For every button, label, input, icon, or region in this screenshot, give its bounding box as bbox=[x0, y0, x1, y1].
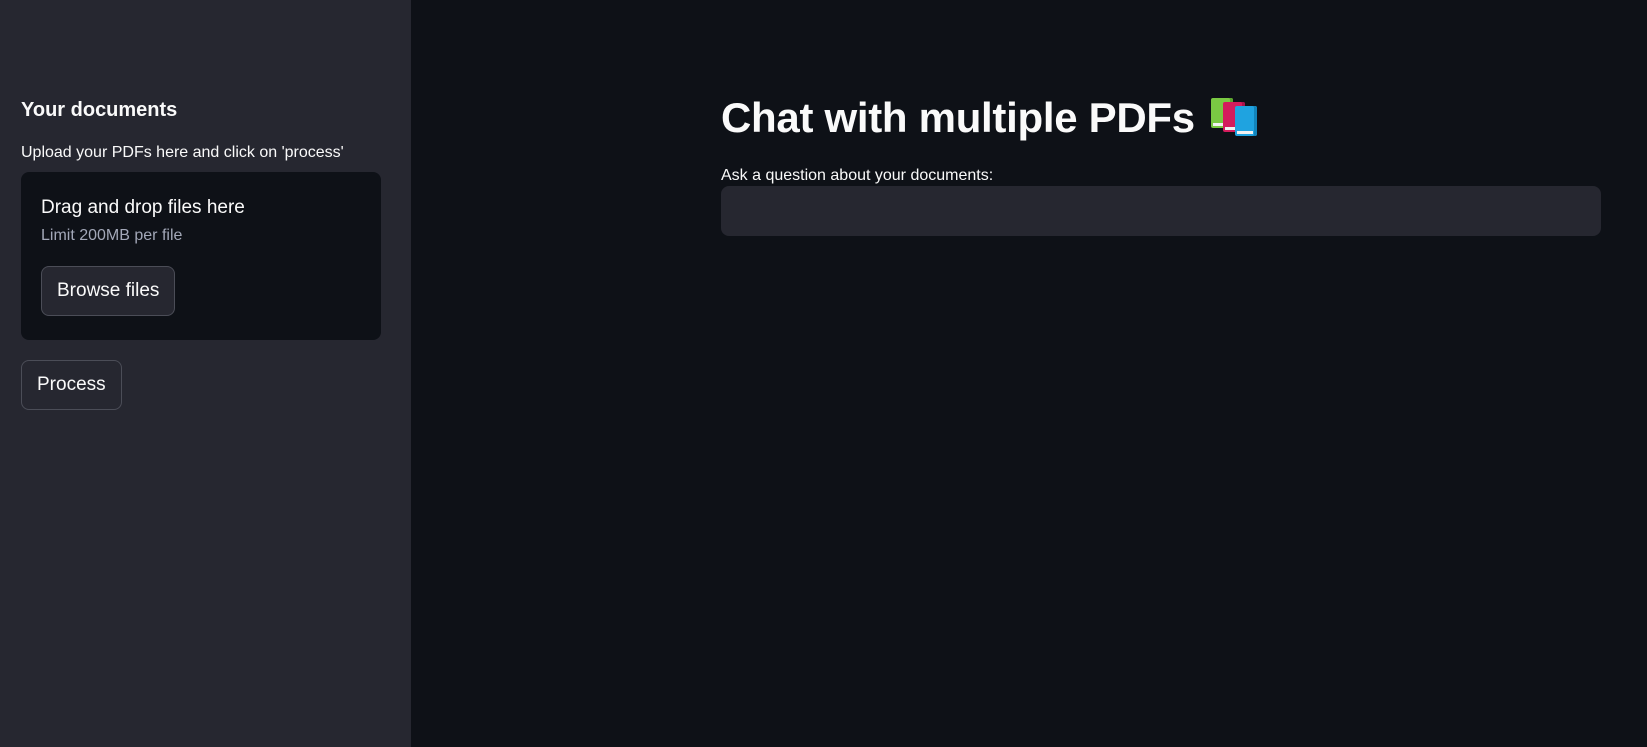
question-input[interactable] bbox=[721, 186, 1601, 236]
dropzone-title: Drag and drop files here bbox=[41, 197, 245, 218]
dropzone-limit: Limit 200MB per file bbox=[41, 227, 183, 244]
sidebar-heading: Your documents bbox=[21, 99, 178, 121]
sidebar: Your documents Upload your PDFs here and… bbox=[0, 0, 411, 747]
upload-label: Upload your PDFs here and click on 'proc… bbox=[21, 144, 344, 161]
question-label: Ask a question about your documents: bbox=[721, 167, 994, 184]
blue-book-icon bbox=[1234, 106, 1257, 136]
title-row: Chat with multiple PDFs bbox=[721, 92, 1601, 144]
app-root: Your documents Upload your PDFs here and… bbox=[0, 0, 1647, 747]
process-button[interactable]: Process bbox=[21, 360, 122, 410]
page-title: Chat with multiple PDFs bbox=[721, 94, 1195, 141]
file-dropzone[interactable]: Drag and drop files here Limit 200MB per… bbox=[21, 172, 381, 340]
browse-files-button[interactable]: Browse files bbox=[41, 266, 176, 316]
books-icon bbox=[1210, 96, 1259, 140]
main-content: Chat with multiple PDFs Ask a question a… bbox=[411, 0, 1647, 747]
